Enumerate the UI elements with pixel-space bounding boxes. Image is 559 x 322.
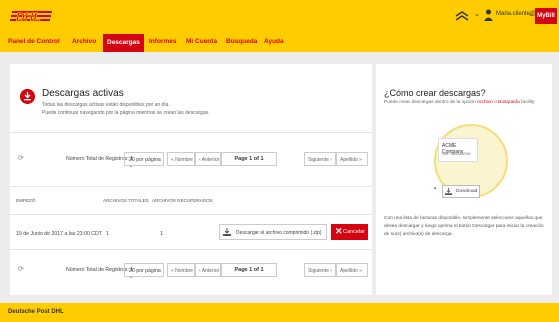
next-page-button[interactable]: Siguiente › [304,263,336,277]
download-icon [223,228,231,236]
next-page-button[interactable]: Siguiente › [304,152,336,166]
close-icon: ✕ [335,226,343,236]
divider [10,186,372,187]
divider [10,249,372,250]
nav-ayuda[interactable]: Ayuda [264,38,284,45]
page-subtitle-1: Todas las descargas activas están dispon… [42,102,170,108]
divider [10,214,372,215]
divider [10,132,372,133]
archivo-link[interactable]: Archivo [477,100,493,105]
first-page-button[interactable]: « Nombre [167,152,195,166]
illustration-card: ACME Company Ref: 960369709 [438,138,478,162]
last-page-button[interactable]: Apellido » [336,152,368,166]
download-icon [445,188,452,195]
busqueda-link[interactable]: Búsqueda [498,100,520,105]
illustration-edge: ▪ [434,186,437,192]
column-header-started: EMPEZÓ [16,198,36,203]
top-bar: DHL ⌄ Maria.cliente@dhl.com ⌄ MyBill [0,0,559,34]
row-recovered-files: 1 [160,231,164,237]
pager-bottom: ⟳ Número Total de Registros: 1 20 por pá… [10,261,372,280]
collapse-arrows-icon[interactable] [454,10,470,22]
download-zip-button[interactable]: Descargar el archivo comprimido (.zip) [219,224,327,240]
refresh-icon[interactable]: ⟳ [18,265,24,273]
prev-page-button[interactable]: ‹ Anterior [195,263,221,277]
help-intro: Puede crear descargas dentro de la opció… [384,100,535,105]
footer-brand: Deutsche Post DHL [8,309,64,315]
help-panel: ¿Cómo crear descargas? Puede crear desca… [376,64,552,295]
main-nav: Panel de Control Archivo Descargas Infor… [0,34,559,52]
footer: Deutsche Post DHL [0,303,559,322]
nav-descargas[interactable]: Descargas [103,34,144,52]
user-menu-chevron-icon[interactable]: ⌄ [528,10,534,18]
user-icon [484,9,493,21]
per-page-value: 20 por página [129,268,161,274]
prev-page-button[interactable]: ‹ Anterior [195,152,221,166]
help-title: ¿Cómo crear descargas? [384,88,486,98]
chevron-down-icon[interactable]: ⌄ [474,10,480,18]
row-total-files: 1 [106,231,109,237]
download-badge-icon [20,89,35,104]
nav-mi-cuenta[interactable]: Mi Cuenta [186,38,217,45]
active-downloads-panel: Descargas activas Todas las descargas ac… [10,64,372,295]
mydhl-button[interactable]: MyBill [535,8,557,24]
page-title: Descargas activas [42,88,124,99]
refresh-icon[interactable]: ⟳ [18,154,24,162]
card-reference: Ref: 960369709 [442,151,471,156]
per-page-value: 20 por página [129,157,161,163]
per-page-select[interactable]: 20 por página ⌄ [124,263,164,280]
last-page-button[interactable]: Apellido » [336,263,368,277]
dhl-logo[interactable]: DHL [10,10,54,22]
pager-top: ⟳ Número Total de Registros: 1 20 por pá… [10,150,372,169]
page-indicator: Page 1 of 1 [221,152,277,166]
first-page-button[interactable]: « Nombre [167,263,195,277]
column-header-recovered: ARCHIVOS RECUPERADOS [152,198,213,203]
nav-archivo[interactable]: Archivo [72,38,96,45]
page-indicator: Page 1 of 1 [221,263,277,277]
row-started-date: 19 de Junio de 2017 a las 23:00 CDT [16,231,102,237]
nav-panel-de-control[interactable]: Panel de Control [8,38,60,45]
page-subtitle-2: Puede continuar navegando por la página … [42,110,210,116]
per-page-select[interactable]: 20 por página ⌄ [124,152,164,169]
nav-informes[interactable]: Informes [149,38,176,45]
svg-text:DHL: DHL [16,10,41,22]
help-body: Con una lista de facturas disponible, si… [384,216,544,237]
nav-busqueda[interactable]: Búsqueda [226,38,257,45]
column-header-total: ARCHIVOS TOTALES [103,198,149,203]
